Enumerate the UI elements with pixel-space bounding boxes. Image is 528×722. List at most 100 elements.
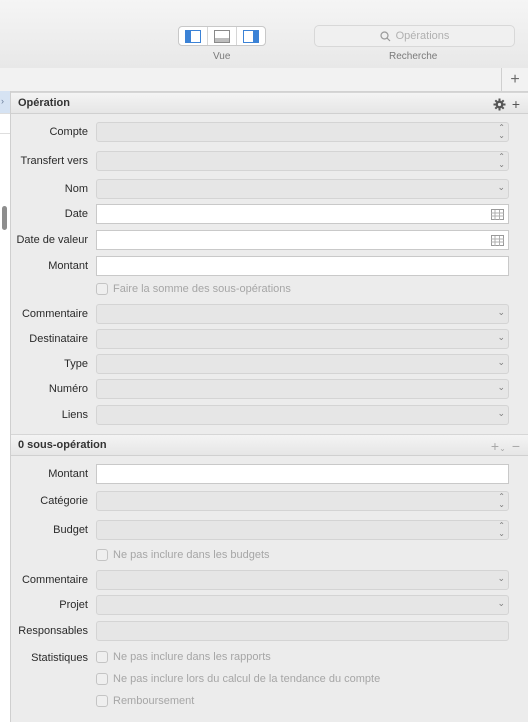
date-valeur-label: Date de valeur bbox=[16, 234, 88, 246]
type-combobox[interactable]: ⌄ bbox=[96, 354, 509, 374]
compte-select[interactable]: ⌃ ⌄ bbox=[96, 122, 509, 142]
montant-field[interactable] bbox=[96, 256, 509, 276]
view-bottom-panel-button[interactable] bbox=[208, 27, 237, 45]
liens-combobox[interactable]: ⌄ bbox=[96, 405, 509, 425]
sub-montant-label: Montant bbox=[48, 468, 88, 480]
chevron-down-icon: ⌄ bbox=[497, 408, 505, 418]
row-responsables: Responsables bbox=[11, 621, 528, 641]
commentaire-label: Commentaire bbox=[21, 308, 88, 320]
selected-row[interactable]: › bbox=[0, 91, 10, 113]
destinataire-label: Destinataire bbox=[29, 333, 88, 345]
row-categorie: Catégorie ⌃ ⌄ bbox=[11, 491, 528, 511]
compte-label: Compte bbox=[49, 126, 88, 138]
calendar-icon[interactable] bbox=[491, 235, 504, 246]
search-placeholder: Opérations bbox=[395, 30, 450, 42]
add-icon[interactable]: + bbox=[512, 96, 520, 112]
somme-checkbox-row[interactable]: Faire la somme des sous-opérations bbox=[96, 281, 291, 297]
exclude-trend-label: Ne pas inclure lors du calcul de la tend… bbox=[113, 673, 381, 685]
row-budget: Budget ⌃ ⌄ bbox=[11, 520, 528, 540]
chevron-down-icon: ⌄ bbox=[497, 182, 505, 192]
inspector-top-bar: + bbox=[0, 68, 528, 92]
stepper-arrows-icon: ⌃ ⌄ bbox=[498, 521, 505, 538]
remboursement-checkbox[interactable] bbox=[96, 695, 108, 707]
view-segmented-control[interactable] bbox=[178, 26, 266, 46]
toolbar: Vue Opérations Recherche bbox=[0, 0, 528, 69]
exclude-reports-row[interactable]: Ne pas inclure dans les rapports bbox=[96, 649, 271, 665]
sub-operation-title: 0 sous-opération bbox=[18, 439, 107, 451]
sub-montant-field[interactable] bbox=[96, 464, 509, 484]
transfert-select[interactable]: ⌃ ⌄ bbox=[96, 151, 509, 171]
projet-label: Projet bbox=[59, 599, 88, 611]
chevron-down-icon: ⌄ bbox=[497, 382, 505, 392]
stepper-arrows-icon: ⌃ ⌄ bbox=[498, 492, 505, 509]
projet-combobox[interactable]: ⌄ bbox=[96, 595, 509, 615]
exclude-trend-checkbox[interactable] bbox=[96, 673, 108, 685]
search-field[interactable]: Opérations bbox=[314, 25, 515, 47]
exclude-reports-checkbox[interactable] bbox=[96, 651, 108, 663]
exclude-trend-row[interactable]: Ne pas inclure lors du calcul de la tend… bbox=[96, 671, 380, 687]
row-liens: Liens ⌄ bbox=[11, 405, 528, 425]
responsables-label: Responsables bbox=[18, 625, 88, 637]
scrollbar-thumb[interactable] bbox=[2, 206, 7, 230]
row-sub-montant: Montant bbox=[11, 464, 528, 484]
exclude-budget-label: Ne pas inclure dans les budgets bbox=[113, 549, 270, 561]
montant-label: Montant bbox=[48, 260, 88, 272]
sub-commentaire-combobox[interactable]: ⌄ bbox=[96, 570, 509, 590]
destinataire-combobox[interactable]: ⌄ bbox=[96, 329, 509, 349]
categorie-select[interactable]: ⌃ ⌄ bbox=[96, 491, 509, 511]
somme-checkbox-label: Faire la somme des sous-opérations bbox=[113, 283, 291, 295]
nom-combobox[interactable]: ⌄ bbox=[96, 179, 509, 199]
view-left-panel-button[interactable] bbox=[179, 27, 208, 45]
row-commentaire: Commentaire ⌄ bbox=[11, 304, 528, 324]
row-date: Date bbox=[11, 204, 528, 224]
budget-label: Budget bbox=[53, 524, 88, 536]
exclude-reports-label: Ne pas inclure dans les rapports bbox=[113, 651, 271, 663]
remboursement-label: Remboursement bbox=[113, 695, 195, 707]
add-split-icon[interactable]: +⌄ bbox=[491, 438, 506, 454]
view-label: Vue bbox=[213, 51, 231, 62]
numero-label: Numéro bbox=[48, 383, 88, 395]
gear-icon[interactable] bbox=[493, 98, 506, 111]
search-icon bbox=[379, 30, 391, 41]
row-nom: Nom ⌄ bbox=[11, 179, 528, 199]
transactions-list-edge[interactable]: › bbox=[0, 91, 11, 722]
statistiques-label: Statistiques bbox=[31, 652, 88, 664]
date-field[interactable] bbox=[96, 204, 509, 224]
remboursement-row[interactable]: Remboursement bbox=[96, 693, 194, 709]
add-button[interactable]: + bbox=[501, 68, 528, 91]
operation-title: Opération bbox=[18, 97, 70, 109]
inspector-panel: Opération + Compte ⌃ ⌄ Transfert vers ⌃ … bbox=[11, 92, 528, 722]
remove-split-icon[interactable]: − bbox=[512, 438, 520, 454]
date-valeur-field[interactable] bbox=[96, 230, 509, 250]
responsables-token-field[interactable] bbox=[96, 621, 509, 641]
commentaire-combobox[interactable]: ⌄ bbox=[96, 304, 509, 324]
row-transfert: Transfert vers ⌃ ⌄ bbox=[11, 151, 528, 171]
transfert-label: Transfert vers bbox=[20, 155, 88, 167]
row-divider bbox=[0, 133, 10, 134]
somme-checkbox[interactable] bbox=[96, 283, 108, 295]
type-label: Type bbox=[64, 358, 88, 370]
row-projet: Projet ⌄ bbox=[11, 595, 528, 615]
stepper-arrows-icon: ⌃ ⌄ bbox=[498, 152, 505, 169]
chevron-down-icon: ⌄ bbox=[497, 573, 505, 583]
plus-icon: + bbox=[510, 70, 520, 88]
exclude-budget-row[interactable]: Ne pas inclure dans les budgets bbox=[96, 547, 270, 563]
chevron-down-icon: ⌄ bbox=[497, 332, 505, 342]
numero-combobox[interactable]: ⌄ bbox=[96, 379, 509, 399]
nom-label: Nom bbox=[64, 183, 88, 195]
liens-label: Liens bbox=[61, 409, 88, 421]
budget-select[interactable]: ⌃ ⌄ bbox=[96, 520, 509, 540]
row-montant: Montant bbox=[11, 256, 528, 276]
row-numero: Numéro ⌄ bbox=[11, 379, 528, 399]
exclude-budget-checkbox[interactable] bbox=[96, 549, 108, 561]
bottom-panel-icon bbox=[214, 29, 230, 43]
row-sub-commentaire: Commentaire ⌄ bbox=[11, 570, 528, 590]
chevron-right-icon: › bbox=[1, 96, 4, 106]
row-destinataire: Destinataire ⌄ bbox=[11, 329, 528, 349]
sub-commentaire-label: Commentaire bbox=[21, 574, 88, 586]
operation-header: Opération + bbox=[11, 92, 528, 114]
calendar-icon[interactable] bbox=[491, 209, 504, 220]
view-right-panel-button[interactable] bbox=[237, 27, 265, 45]
chevron-down-icon: ⌄ bbox=[497, 598, 505, 608]
row-compte: Compte ⌃ ⌄ bbox=[11, 122, 528, 142]
